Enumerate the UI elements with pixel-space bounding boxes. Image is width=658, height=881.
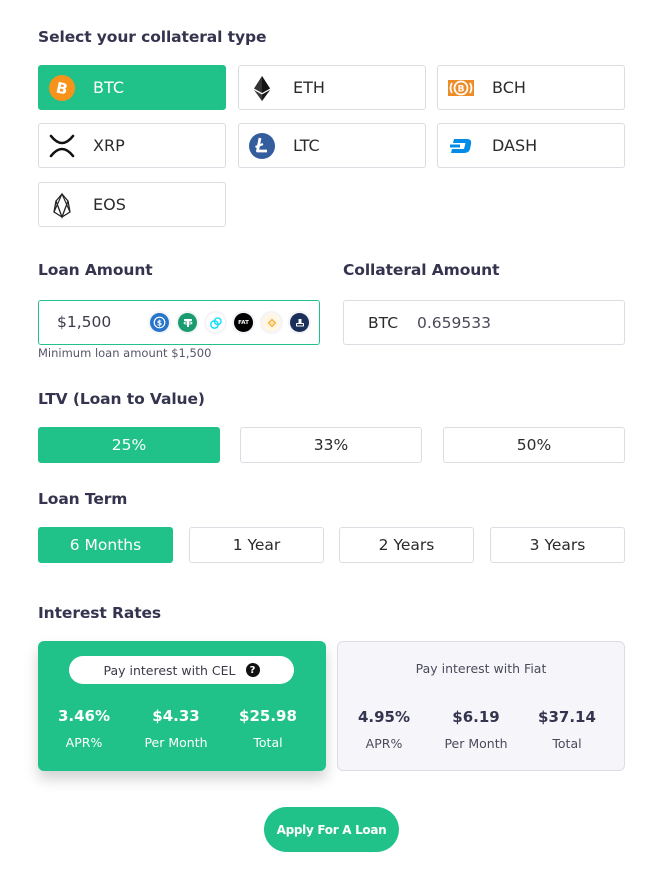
minimum-loan-hint: Minimum loan amount $1,500 xyxy=(38,346,212,360)
loan-amount-field[interactable]: $ FAT xyxy=(38,300,320,345)
coin-label: BTC xyxy=(93,78,124,97)
fiat-apr: 4.95% APR% xyxy=(336,708,432,751)
coin-label: DASH xyxy=(492,136,538,155)
ethereum-icon xyxy=(248,74,276,102)
cel-apr: 3.46% APR% xyxy=(36,707,132,750)
collateral-option-eth[interactable]: ETH xyxy=(238,65,426,110)
collateral-option-xrp[interactable]: XRP xyxy=(38,123,226,168)
collateral-option-btc[interactable]: B BTC xyxy=(38,65,226,110)
ltv-title: LTV (Loan to Value) xyxy=(38,390,205,408)
tether-icon[interactable] xyxy=(178,313,197,332)
fiat-per-month: $6.19 Per Month xyxy=(428,708,524,751)
term-option-6-months[interactable]: 6 Months xyxy=(38,527,173,563)
ltv-option-33[interactable]: 33% xyxy=(240,427,422,463)
fiat-apr-label: APR% xyxy=(365,736,403,751)
dash-icon xyxy=(447,132,475,160)
gemini-dollar-icon[interactable] xyxy=(206,313,225,332)
coin-label: EOS xyxy=(93,195,126,214)
ltv-option-50[interactable]: 50% xyxy=(443,427,625,463)
svg-text:B: B xyxy=(458,85,465,95)
fiat-total: $37.14 Total xyxy=(519,708,615,751)
fiat-rate-card[interactable]: Pay interest with Fiat 4.95% APR% $6.19 … xyxy=(337,641,625,771)
term-option-3-years[interactable]: 3 Years xyxy=(490,527,625,563)
fiat-apr-value: 4.95% xyxy=(357,708,411,726)
term-option-2-years[interactable]: 2 Years xyxy=(339,527,474,563)
fiat-icon[interactable]: FAT xyxy=(234,313,253,332)
collateral-amount-value: 0.659533 xyxy=(417,314,491,332)
bitcoin-icon: B xyxy=(48,74,76,102)
cel-per-month: $4.33 Per Month xyxy=(128,707,224,750)
loan-amount-input[interactable] xyxy=(57,313,147,331)
coin-label: LTC xyxy=(293,136,320,155)
cel-apr-value: 3.46% xyxy=(57,707,111,725)
ltv-option-25[interactable]: 25% xyxy=(38,427,220,463)
collateral-option-ltc[interactable]: LTC xyxy=(238,123,426,168)
cel-total-value: $25.98 xyxy=(239,707,297,725)
collateral-section-title: Select your collateral type xyxy=(38,28,267,46)
coin-label: ETH xyxy=(293,78,325,97)
cel-card-title: Pay interest with CEL xyxy=(103,662,236,678)
collateral-option-eos[interactable]: EOS xyxy=(38,182,226,227)
loan-amount-title: Loan Amount xyxy=(38,261,153,279)
help-icon[interactable]: ? xyxy=(245,663,260,677)
cel-total-label: Total xyxy=(253,735,283,750)
stablecoin-icons: $ FAT xyxy=(150,313,309,332)
cel-per-month-label: Per Month xyxy=(144,735,208,750)
collateral-option-dash[interactable]: DASH xyxy=(437,123,625,168)
apply-for-loan-button[interactable]: Apply For A Loan xyxy=(264,807,399,852)
cel-rate-card[interactable]: Pay interest with CEL ? 3.46% APR% $4.33… xyxy=(38,641,326,771)
collateral-amount-title: Collateral Amount xyxy=(343,261,500,279)
interest-rates-title: Interest Rates xyxy=(38,604,162,622)
fiat-total-value: $37.14 xyxy=(538,708,596,726)
collateral-currency: BTC xyxy=(368,314,399,332)
svg-text:$: $ xyxy=(157,318,162,327)
fiat-per-month-value: $6.19 xyxy=(452,708,500,726)
cel-per-month-value: $4.33 xyxy=(152,707,200,725)
bitcoin-cash-icon: B xyxy=(447,74,475,102)
pay-with-cel-pill: Pay interest with CEL ? xyxy=(69,656,294,684)
eos-icon xyxy=(48,191,76,219)
coin-label: XRP xyxy=(93,136,125,155)
coin-label: BCH xyxy=(492,78,526,97)
cel-total: $25.98 Total xyxy=(220,707,316,750)
pax-gold-icon[interactable] xyxy=(262,313,281,332)
collateral-amount-field[interactable]: BTC 0.659533 xyxy=(343,300,625,345)
fiat-per-month-label: Per Month xyxy=(444,736,508,751)
loan-term-title: Loan Term xyxy=(38,490,128,508)
usdc-icon[interactable]: $ xyxy=(150,313,169,332)
cel-apr-label: APR% xyxy=(65,735,103,750)
xrp-icon xyxy=(48,132,76,160)
litecoin-icon xyxy=(248,132,276,160)
fiat-card-title: Pay interest with Fiat xyxy=(415,661,547,676)
fiat-total-label: Total xyxy=(552,736,582,751)
collateral-option-bch[interactable]: B BCH xyxy=(437,65,625,110)
term-option-1-year[interactable]: 1 Year xyxy=(189,527,324,563)
trueusd-icon[interactable] xyxy=(290,313,309,332)
